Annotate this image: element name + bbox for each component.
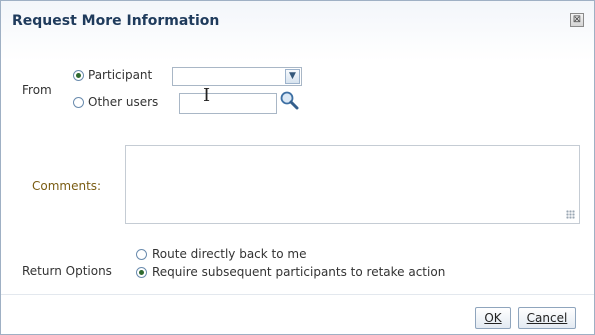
other-users-radio[interactable] <box>73 97 84 108</box>
participant-select[interactable]: ▼ <box>172 67 302 86</box>
other-users-input[interactable] <box>179 93 277 114</box>
comments-textarea[interactable] <box>125 145 580 224</box>
search-icon[interactable] <box>279 90 299 110</box>
cancel-button[interactable]: Cancel <box>518 307 576 329</box>
participant-radio[interactable] <box>73 70 84 81</box>
comments-label: Comments: <box>32 179 102 193</box>
chevron-down-icon[interactable]: ▼ <box>285 69 300 84</box>
other-users-option-label[interactable]: Other users <box>88 95 158 109</box>
from-label: From <box>22 83 52 97</box>
resize-grip-icon[interactable] <box>566 210 575 219</box>
require-retake-radio[interactable] <box>136 267 147 278</box>
text-cursor-icon: I <box>203 85 211 106</box>
dialog-title: Request More Information <box>12 13 220 29</box>
footer-divider <box>1 294 594 295</box>
participant-option-label[interactable]: Participant <box>88 68 152 82</box>
ok-button[interactable]: OK <box>475 307 511 329</box>
route-back-option-label[interactable]: Route directly back to me <box>152 247 306 261</box>
request-more-information-dialog: Request More Information ⊠ From Particip… <box>0 0 595 335</box>
close-icon[interactable]: ⊠ <box>570 13 584 27</box>
return-options-label: Return Options <box>22 264 112 278</box>
require-retake-option-label[interactable]: Require subsequent participants to retak… <box>152 265 445 279</box>
route-back-radio[interactable] <box>136 249 147 260</box>
